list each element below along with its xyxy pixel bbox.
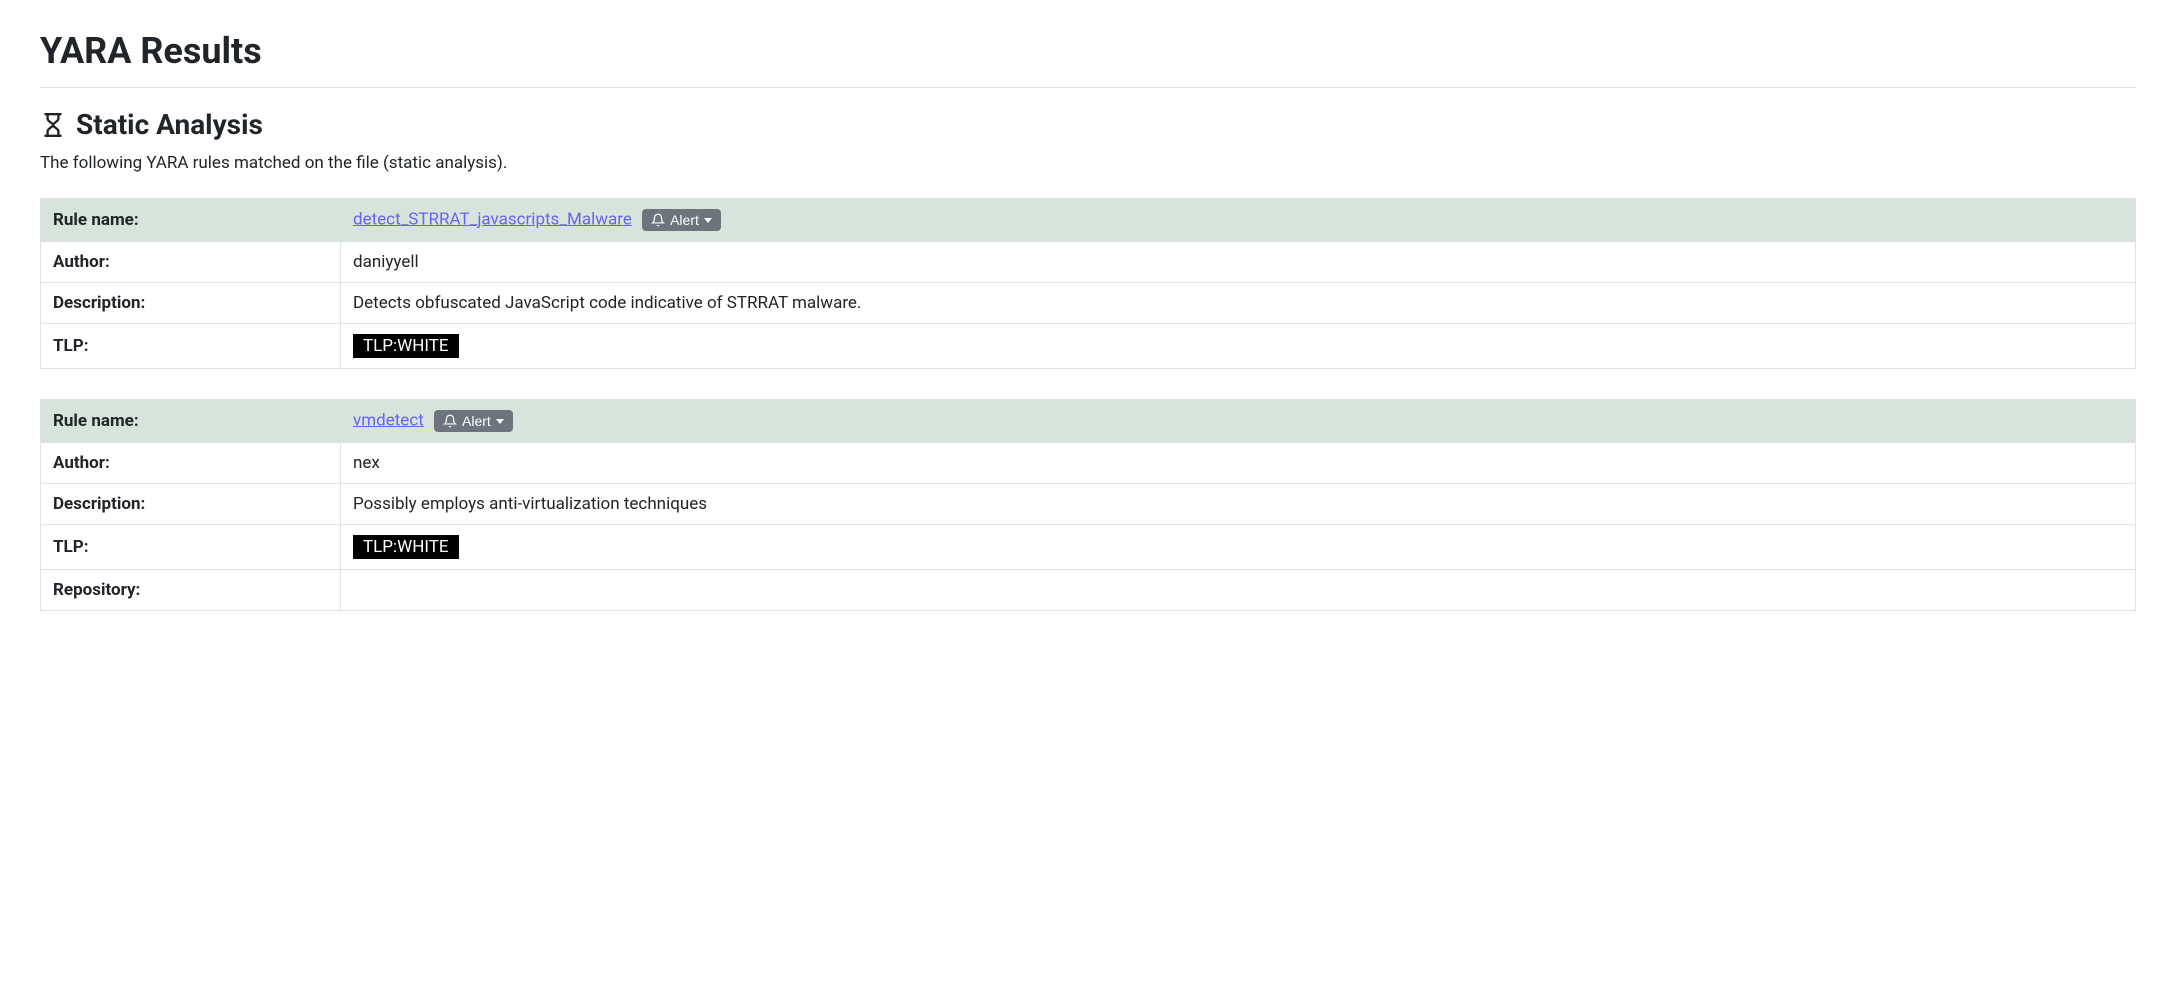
bell-icon bbox=[651, 213, 665, 227]
table-row: Author: nex bbox=[41, 443, 2136, 484]
cell-author: daniyyell bbox=[341, 242, 2136, 283]
chevron-down-icon bbox=[496, 419, 504, 424]
rule-link[interactable]: vmdetect bbox=[353, 410, 424, 430]
cell-rule-name: detect_STRRAT_javascripts_Malware Alert bbox=[341, 199, 2136, 242]
cell-description: Possibly employs anti-virtualization tec… bbox=[341, 484, 2136, 525]
cell-rule-name: vmdetect Alert bbox=[341, 400, 2136, 443]
divider bbox=[40, 87, 2136, 88]
label-repository: Repository: bbox=[41, 570, 341, 611]
bell-icon bbox=[443, 414, 457, 428]
hourglass-icon bbox=[40, 112, 66, 138]
alert-button-label: Alert bbox=[462, 413, 491, 429]
alert-button-label: Alert bbox=[670, 212, 699, 228]
cell-repository bbox=[341, 570, 2136, 611]
label-description: Description: bbox=[41, 484, 341, 525]
cell-description: Detects obfuscated JavaScript code indic… bbox=[341, 283, 2136, 324]
label-author: Author: bbox=[41, 242, 341, 283]
label-tlp: TLP: bbox=[41, 525, 341, 570]
table-row: TLP: TLP:WHITE bbox=[41, 525, 2136, 570]
section-heading: Static Analysis bbox=[40, 108, 2136, 141]
table-row: Description: Possibly employs anti-virtu… bbox=[41, 484, 2136, 525]
tlp-badge: TLP:WHITE bbox=[353, 535, 459, 559]
label-tlp: TLP: bbox=[41, 324, 341, 369]
alert-button[interactable]: Alert bbox=[434, 410, 513, 432]
table-row: Author: daniyyell bbox=[41, 242, 2136, 283]
table-row: TLP: TLP:WHITE bbox=[41, 324, 2136, 369]
label-author: Author: bbox=[41, 443, 341, 484]
table-row: Rule name: detect_STRRAT_javascripts_Mal… bbox=[41, 199, 2136, 242]
cell-author: nex bbox=[341, 443, 2136, 484]
tlp-badge: TLP:WHITE bbox=[353, 334, 459, 358]
table-row: Repository: bbox=[41, 570, 2136, 611]
label-description: Description: bbox=[41, 283, 341, 324]
rule-link[interactable]: detect_STRRAT_javascripts_Malware bbox=[353, 209, 632, 229]
cell-tlp: TLP:WHITE bbox=[341, 525, 2136, 570]
yara-rule-table-1: Rule name: vmdetect Alert Author: nex De… bbox=[40, 399, 2136, 611]
yara-rule-table-0: Rule name: detect_STRRAT_javascripts_Mal… bbox=[40, 198, 2136, 369]
table-row: Description: Detects obfuscated JavaScri… bbox=[41, 283, 2136, 324]
chevron-down-icon bbox=[704, 218, 712, 223]
cell-tlp: TLP:WHITE bbox=[341, 324, 2136, 369]
alert-button[interactable]: Alert bbox=[642, 209, 721, 231]
label-rule-name: Rule name: bbox=[41, 199, 341, 242]
section-title-text: Static Analysis bbox=[76, 108, 263, 141]
section-intro: The following YARA rules matched on the … bbox=[40, 153, 2136, 173]
table-row: Rule name: vmdetect Alert bbox=[41, 400, 2136, 443]
label-rule-name: Rule name: bbox=[41, 400, 341, 443]
page-title: YARA Results bbox=[40, 30, 2136, 72]
